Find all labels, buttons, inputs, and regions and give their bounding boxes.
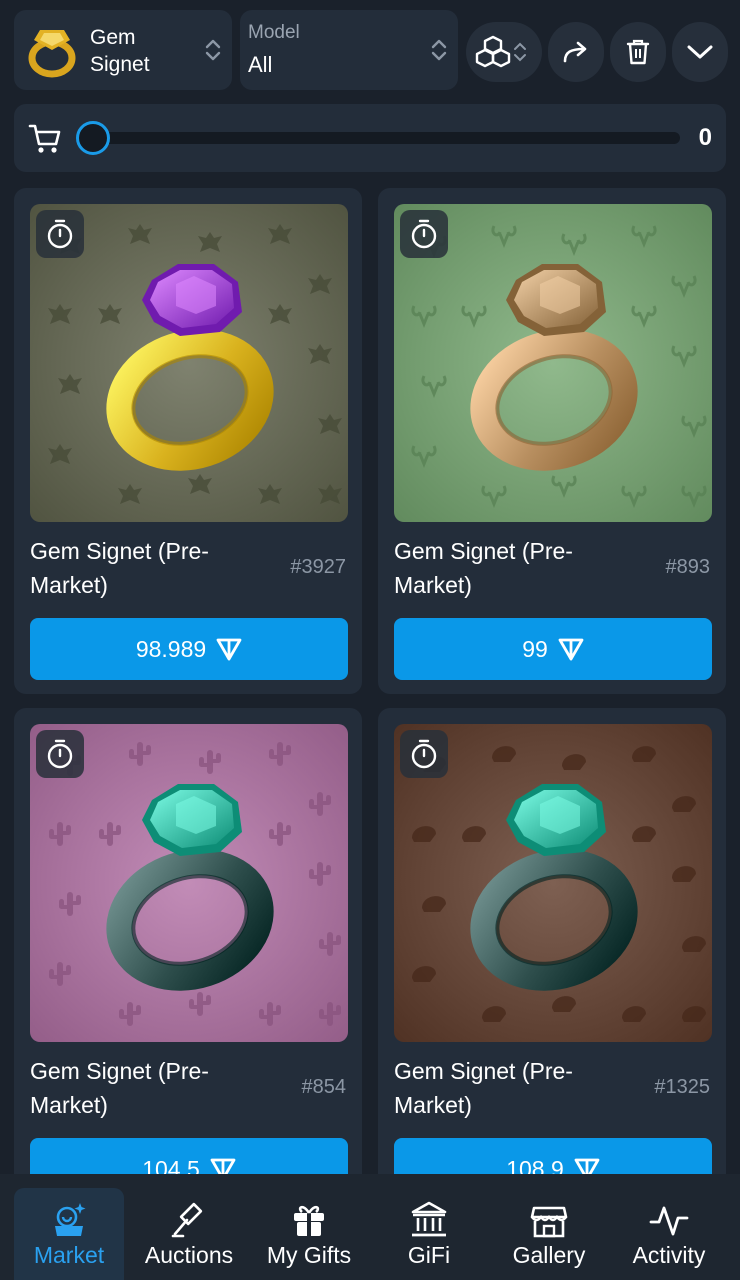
buy-button[interactable]: 99 bbox=[394, 618, 712, 680]
stopwatch-icon bbox=[47, 739, 73, 769]
model-select[interactable]: Model All bbox=[240, 10, 458, 90]
backdrop-filter-button[interactable] bbox=[466, 22, 542, 82]
stopwatch-icon bbox=[47, 219, 73, 249]
cart-icon[interactable] bbox=[28, 123, 62, 155]
share-arrow-icon bbox=[563, 41, 587, 63]
chevron-down-icon bbox=[687, 45, 713, 59]
trash-icon bbox=[626, 39, 650, 65]
gift-number: #854 bbox=[301, 1076, 347, 1098]
premarket-badge bbox=[36, 730, 84, 778]
gift-card[interactable]: Gem Signet (Pre-Market) #893 99 bbox=[378, 188, 726, 694]
gift-title: Gem Signet (Pre-Market) bbox=[394, 1058, 573, 1118]
ton-icon bbox=[216, 638, 242, 661]
cubes-icon bbox=[475, 35, 526, 68]
gift-number: #3927 bbox=[290, 556, 346, 578]
stopwatch-icon bbox=[411, 219, 437, 249]
nav-item-market[interactable]: Market bbox=[14, 1188, 124, 1280]
bank-icon bbox=[411, 1201, 447, 1237]
nav-label: Gallery bbox=[512, 1242, 586, 1268]
nav-item-my-gifts[interactable]: My Gifts bbox=[254, 1188, 364, 1280]
cart-count: 0 bbox=[698, 124, 712, 151]
clear-button[interactable] bbox=[610, 22, 666, 82]
premarket-badge bbox=[400, 730, 448, 778]
gem-signet-thumbnail bbox=[28, 30, 76, 78]
buy-button[interactable]: 98.989 bbox=[30, 618, 348, 680]
expand-button[interactable] bbox=[672, 22, 728, 82]
price-label: 99 bbox=[522, 635, 548, 662]
gavel-icon bbox=[171, 1202, 203, 1238]
cart-bar: 0 bbox=[14, 104, 726, 172]
nav-item-gifi[interactable]: GiFi bbox=[374, 1188, 484, 1280]
nav-item-auctions[interactable]: Auctions bbox=[134, 1188, 244, 1280]
nav-label: Market bbox=[33, 1242, 105, 1268]
gift-title: Gem Signet (Pre-Market) bbox=[30, 1058, 209, 1118]
market-icon bbox=[55, 1203, 86, 1236]
stopwatch-icon bbox=[411, 739, 437, 769]
ton-icon bbox=[558, 638, 584, 661]
store-icon bbox=[530, 1206, 568, 1238]
nav-label: Activity bbox=[632, 1242, 706, 1268]
updown-chevron-icon bbox=[431, 39, 447, 61]
nav-label: Auctions bbox=[144, 1242, 234, 1268]
gift-title: Gem Signet (Pre-Market) bbox=[394, 538, 573, 598]
gift-card[interactable]: Gem Signet (Pre-Market) #1325 108.9 bbox=[378, 708, 726, 1214]
premarket-badge bbox=[400, 210, 448, 258]
nav-label: GiFi bbox=[407, 1242, 451, 1268]
gift-card[interactable]: Gem Signet (Pre-Market) #3927 98.989 bbox=[14, 188, 362, 694]
gift-number: #1325 bbox=[654, 1076, 710, 1098]
premarket-badge bbox=[36, 210, 84, 258]
share-button[interactable] bbox=[548, 22, 604, 82]
collection-label: Gem Signet bbox=[90, 26, 150, 76]
model-value: All bbox=[248, 52, 273, 77]
nav-item-activity[interactable]: Activity bbox=[614, 1188, 724, 1280]
cart-slider-track[interactable] bbox=[88, 132, 680, 144]
nav-item-gallery[interactable]: Gallery bbox=[494, 1188, 604, 1280]
cart-slider-handle[interactable] bbox=[76, 121, 110, 155]
model-caption: Model bbox=[248, 22, 300, 43]
gift-card[interactable]: Gem Signet (Pre-Market) #854 104.5 bbox=[14, 708, 362, 1214]
collection-select[interactable]: Gem Signet bbox=[14, 10, 232, 90]
gift-title: Gem Signet (Pre-Market) bbox=[30, 538, 209, 598]
price-label: 98.989 bbox=[135, 635, 207, 662]
filter-bar: Gem Signet Model All bbox=[14, 10, 728, 90]
updown-chevron-icon bbox=[205, 39, 221, 61]
activity-icon bbox=[649, 1206, 689, 1236]
gift-icon bbox=[294, 1205, 324, 1236]
gift-number: #893 bbox=[665, 556, 711, 578]
nav-label: My Gifts bbox=[266, 1242, 352, 1268]
bottom-nav: Market Auctions My Gifts GiFi Gallery Ac… bbox=[0, 1174, 740, 1280]
